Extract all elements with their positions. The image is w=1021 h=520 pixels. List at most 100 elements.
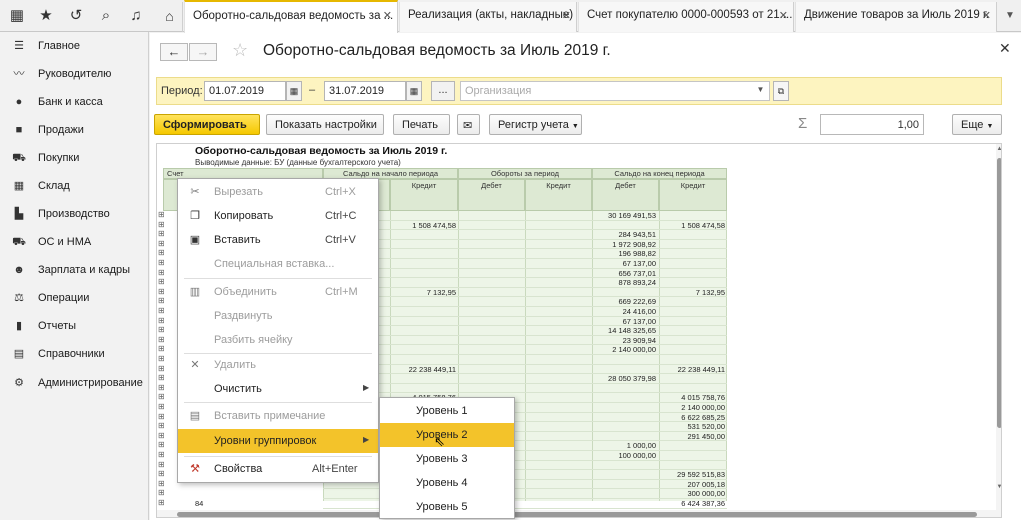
sidebar-item-main[interactable]: ☰ Главное (0, 35, 149, 57)
period-to-input[interactable]: 31.07.2019 (324, 81, 406, 101)
calendar-icon[interactable]: ▦ (406, 81, 422, 101)
chevron-down-icon[interactable]: ▼ (751, 81, 770, 101)
menu-item-copy[interactable]: ❐ Копировать Ctrl+C (178, 204, 378, 228)
expand-row-icon[interactable]: ⊞ (158, 364, 166, 373)
history-icon[interactable]: ↺ (67, 7, 85, 25)
expand-row-icon[interactable]: ⊞ (158, 431, 166, 440)
menu-item-paste[interactable]: ▣ Вставить Ctrl+V (178, 228, 378, 252)
submenu-item-level-4[interactable]: Уровень 4 (380, 471, 514, 495)
expand-row-icon[interactable]: ⊞ (158, 297, 166, 305)
favorite-star-icon[interactable]: ☆ (232, 40, 248, 61)
favorites-star-icon[interactable]: ★ (37, 7, 55, 25)
bell-icon[interactable]: ♫ (127, 7, 145, 25)
close-icon[interactable]: ✕ (562, 9, 571, 22)
menu-item-clear[interactable]: Очистить ▶ (178, 377, 378, 401)
home-tab-icon[interactable]: ⌂ (157, 2, 183, 32)
menu-item-expand[interactable]: Раздвинуть (178, 304, 378, 328)
expand-row-icon[interactable]: ⊞ (158, 374, 166, 382)
expand-row-icon[interactable]: ⊞ (158, 441, 166, 449)
tab-osv[interactable]: Оборотно-сальдовая ведомость за ... ✕ (184, 0, 398, 33)
vertical-scrollbar[interactable]: ▲ ▼ (996, 144, 1001, 517)
forward-button[interactable]: → (189, 43, 217, 61)
expand-row-icon[interactable]: ⊞ (158, 355, 166, 363)
expand-row-icon[interactable]: ⊞ (158, 268, 166, 277)
sidebar-item-sales[interactable]: ■ Продажи (0, 119, 149, 141)
sidebar-item-bank[interactable]: ● Банк и касса (0, 91, 149, 113)
horizontal-scrollbar[interactable] (157, 510, 996, 517)
organization-input[interactable]: Организация (460, 81, 770, 101)
scroll-thumb[interactable] (997, 158, 1001, 428)
expand-row-icon[interactable]: ⊞ (158, 383, 166, 392)
expand-row-icon[interactable]: ⊞ (158, 307, 166, 315)
sidebar-item-production[interactable]: ▙ Производство (0, 203, 149, 225)
expand-row-icon[interactable]: ⊞ (158, 470, 166, 478)
expand-row-icon[interactable]: ⊞ (158, 479, 166, 488)
open-link-icon[interactable]: ⧉ (773, 81, 789, 101)
tab-invoice[interactable]: Счет покупателю 0000-000593 от 21.... ✕ (578, 2, 794, 32)
expand-row-icon[interactable]: ⊞ (158, 489, 166, 497)
sidebar-item-purchases[interactable]: ⛟ Покупки (0, 147, 149, 169)
expand-row-icon[interactable]: ⊞ (158, 230, 166, 238)
search-icon[interactable]: ⌕ (97, 7, 115, 25)
apps-grid-icon[interactable]: ▦ (8, 7, 26, 25)
sidebar-item-warehouse[interactable]: ▦ Склад (0, 175, 149, 197)
generate-button[interactable]: Сформировать (154, 114, 260, 135)
sidebar-item-operations[interactable]: ⚖ Операции (0, 287, 149, 309)
sidebar-item-catalogs[interactable]: ▤ Справочники (0, 343, 149, 365)
submenu-item-level-1[interactable]: Уровень 1 (380, 399, 514, 423)
expand-row-icon[interactable]: ⊞ (158, 326, 166, 334)
period-select-button[interactable]: ... (431, 81, 455, 101)
expand-row-icon[interactable]: ⊞ (158, 412, 166, 421)
menu-item-cut[interactable]: ✂ Вырезать Ctrl+X (178, 180, 378, 204)
tab-realization[interactable]: Реализация (акты, накладные) ✕ (399, 2, 577, 32)
expand-row-icon[interactable]: ⊞ (158, 345, 166, 353)
menu-item-merge[interactable]: ▥ Объединить Ctrl+M (178, 280, 378, 304)
expand-row-icon[interactable]: ⊞ (158, 451, 166, 459)
scroll-up-icon[interactable]: ▲ (996, 146, 1001, 152)
menu-item-split-cell[interactable]: Разбить ячейку (178, 328, 378, 352)
close-icon[interactable]: ✕ (999, 40, 1011, 57)
expand-row-icon[interactable]: ⊞ (158, 287, 166, 296)
more-button[interactable]: Еще ▼ (952, 114, 1002, 135)
close-icon[interactable]: ✕ (779, 9, 788, 22)
sidebar-item-admin[interactable]: ⚙ Администрирование (0, 372, 149, 394)
scroll-thumb[interactable] (177, 512, 977, 517)
mail-icon[interactable]: ✉ (457, 114, 480, 135)
expand-row-icon[interactable]: ⊞ (158, 335, 166, 344)
sidebar-item-manager[interactable]: 〰 Руководителю (0, 63, 149, 85)
scroll-down-icon[interactable]: ▼ (996, 484, 1001, 490)
expand-row-icon[interactable]: ⊞ (158, 249, 166, 257)
submenu-item-level-5[interactable]: Уровень 5 (380, 495, 514, 519)
menu-item-grouping-levels[interactable]: Уровни группировок ▶ (178, 429, 378, 453)
calendar-icon[interactable]: ▦ (286, 81, 302, 101)
menu-item-insert-note[interactable]: ▤ Вставить примечание (178, 404, 378, 428)
expand-row-icon[interactable]: ⊞ (158, 316, 166, 325)
tabs-dropdown-icon[interactable]: ▼ (1002, 6, 1018, 26)
close-icon[interactable]: ✕ (383, 9, 392, 22)
submenu-item-level-2[interactable]: Уровень 2 (380, 423, 514, 447)
expand-row-icon[interactable]: ⊞ (158, 460, 166, 469)
expand-row-icon[interactable]: ⊞ (158, 278, 166, 286)
expand-row-icon[interactable]: ⊞ (158, 220, 166, 229)
tab-goods-movement[interactable]: Движение товаров за Июль 2019 г. ✕ (795, 2, 997, 32)
expand-row-icon[interactable]: ⊞ (158, 259, 166, 267)
register-button[interactable]: Регистр учета ▼ (489, 114, 582, 135)
sidebar-item-salary[interactable]: ☻ Зарплата и кадры (0, 259, 149, 281)
back-button[interactable]: ← (160, 43, 188, 61)
submenu-item-level-3[interactable]: Уровень 3 (380, 447, 514, 471)
expand-row-icon[interactable]: ⊞ (158, 499, 166, 507)
expand-row-icon[interactable]: ⊞ (158, 422, 166, 430)
print-button[interactable]: Печать (393, 114, 450, 135)
period-from-input[interactable]: 01.07.2019 (204, 81, 286, 101)
menu-item-paste-special[interactable]: Специальная вставка... (178, 252, 378, 276)
expand-row-icon[interactable]: ⊞ (158, 211, 166, 219)
close-icon[interactable]: ✕ (982, 9, 991, 22)
menu-item-delete[interactable]: ✕ Удалить (178, 353, 378, 377)
expand-row-icon[interactable]: ⊞ (158, 239, 166, 248)
sidebar-item-reports[interactable]: ▮ Отчеты (0, 315, 149, 337)
show-settings-button[interactable]: Показать настройки (266, 114, 384, 135)
sidebar-item-assets[interactable]: ⛟ ОС и НМА (0, 231, 149, 253)
menu-item-properties[interactable]: ⚒ Свойства Alt+Enter (178, 457, 378, 481)
expand-row-icon[interactable]: ⊞ (158, 403, 166, 411)
expand-row-icon[interactable]: ⊞ (158, 393, 166, 401)
